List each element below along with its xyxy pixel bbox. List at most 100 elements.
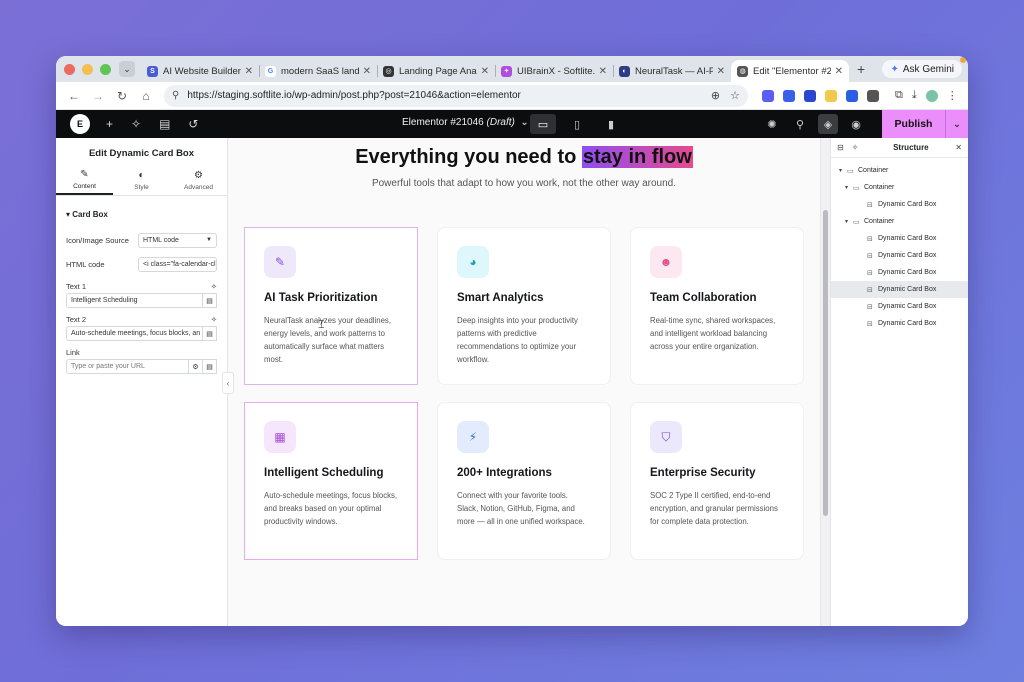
feature-card[interactable]: ✎ AI Task Prioritization NeuralTask analyz…: [244, 227, 418, 385]
avatar[interactable]: [925, 89, 938, 102]
reload-icon[interactable]: ↻: [112, 86, 132, 106]
feature-card[interactable]: ◕ Smart Analytics Deep insights into your …: [437, 227, 611, 385]
text2-input[interactable]: Auto-schedule meetings, focus blocks, an: [66, 326, 203, 341]
text1-input[interactable]: Intelligent Scheduling: [66, 293, 203, 308]
browser-tab[interactable]: ◎ Landing Page Analy ✕: [377, 60, 495, 82]
extension-icon[interactable]: [804, 89, 816, 102]
url-text[interactable]: https://staging.softlite.io/wp-admin/pos…: [187, 90, 703, 101]
caret-down-icon[interactable]: ▾: [839, 167, 847, 174]
site-info-icon[interactable]: ⚲: [172, 90, 179, 101]
ask-gemini-button[interactable]: ✦ Ask Gemini: [882, 60, 962, 78]
section-card-box[interactable]: ▾ Card Box: [56, 196, 227, 229]
extensions-puzzle-icon[interactable]: ⧉: [895, 89, 903, 102]
tab-favicon-icon: ◍: [737, 65, 748, 77]
tab-title: UIBrainX - Softlite.io: [517, 65, 595, 77]
dynamic-tags-icon[interactable]: ▤: [203, 293, 217, 308]
tab-advanced[interactable]: ⚙ Advanced: [170, 166, 227, 195]
dynamic-tags-icon[interactable]: ▤: [203, 359, 217, 374]
extension-icon[interactable]: [846, 89, 858, 102]
close-icon[interactable]: ✕: [363, 66, 371, 77]
text2-label-row: Text 2 ✧: [66, 314, 217, 324]
extension-icon[interactable]: [762, 89, 774, 102]
close-icon[interactable]: ✕: [717, 66, 725, 77]
notifications-icon[interactable]: ✺: [762, 114, 782, 134]
browser-window: ⌄ SAI Website Builder fo✕Gmodern SaaS la…: [56, 56, 968, 626]
address-bar[interactable]: ⚲ https://staging.softlite.io/wp-admin/p…: [164, 84, 748, 107]
close-icon[interactable]: ✕: [481, 66, 489, 77]
mobile-icon[interactable]: ▮: [598, 114, 624, 134]
page-settings-icon[interactable]: ▤: [159, 117, 170, 131]
structure-item[interactable]: ⊟ Dynamic Card Box: [831, 247, 968, 264]
home-icon[interactable]: ⌂: [136, 86, 156, 106]
structure-item[interactable]: ⊟ Dynamic Card Box: [831, 264, 968, 281]
zoom-icon[interactable]: ⊕: [711, 89, 720, 102]
ai-sparkle-icon[interactable]: ✧: [211, 315, 217, 324]
browser-tab[interactable]: S AI Website Builder fo ✕: [141, 60, 259, 82]
structure-item[interactable]: ⊟ Dynamic Card Box: [831, 230, 968, 247]
new-tab-button[interactable]: +: [857, 61, 865, 77]
extension-icon[interactable]: [783, 89, 795, 102]
desktop-icon[interactable]: ▭: [530, 114, 556, 134]
browser-menu-icon[interactable]: ⋮: [947, 89, 958, 102]
dynamic-tags-icon[interactable]: ▤: [203, 326, 217, 341]
feature-card[interactable]: ⚡ 200+ Integrations Connect with your favo…: [437, 402, 611, 560]
canvas-scrollbar[interactable]: [820, 138, 830, 626]
extension-icon[interactable]: [825, 89, 837, 102]
feature-card[interactable]: ▦ Intelligent Scheduling Auto-schedule mee…: [244, 402, 418, 560]
scrollbar-thumb[interactable]: [823, 210, 828, 516]
preview-eye-icon[interactable]: ◉: [846, 114, 866, 134]
structure-item[interactable]: ▾ ▭ Container: [831, 162, 968, 179]
bookmark-star-icon[interactable]: ☆: [730, 89, 740, 102]
page-title[interactable]: Everything you need to stay in flow: [228, 146, 820, 169]
publish-options-chevron-icon[interactable]: ⌄: [946, 110, 968, 138]
minimize-window-button[interactable]: [82, 63, 93, 75]
caret-down-icon[interactable]: ▾: [845, 184, 853, 191]
collapse-all-icon[interactable]: ⊟: [837, 143, 844, 152]
add-element-icon[interactable]: +: [106, 117, 113, 131]
ai-sparkle-icon[interactable]: ✧: [131, 117, 141, 131]
icon-source-select[interactable]: HTML code ▼: [138, 232, 217, 248]
close-icon[interactable]: ✕: [245, 66, 253, 77]
extension-icon[interactable]: [867, 89, 879, 102]
close-icon[interactable]: ✕: [599, 66, 607, 77]
tab-title: AI Website Builder fo: [163, 65, 241, 77]
tab-style[interactable]: ◐ Style: [113, 166, 170, 195]
structure-item[interactable]: ▾ ▭ Container: [831, 213, 968, 230]
publish-button[interactable]: Publish: [882, 110, 946, 138]
collapse-panel-chevron-icon[interactable]: ‹: [222, 372, 234, 394]
feature-card[interactable]: ☻ Team Collaboration Real-time sync, share…: [630, 227, 804, 385]
page-subtitle[interactable]: Powerful tools that adapt to how you wor…: [228, 178, 820, 189]
structure-item[interactable]: ⊟ Dynamic Card Box: [831, 281, 968, 298]
close-icon[interactable]: ✕: [955, 143, 962, 152]
browser-tab[interactable]: ◐ NeuralTask — AI-Po ✕: [613, 60, 731, 82]
browser-tab[interactable]: ✦ UIBrainX - Softlite.io ✕: [495, 60, 613, 82]
html-code-input[interactable]: <i class="fa-calendar-cl: [138, 256, 217, 272]
structure-item[interactable]: ▾ ▭ Container: [831, 179, 968, 196]
link-options-gear-icon[interactable]: ⚙: [189, 359, 203, 374]
structure-layers-icon[interactable]: ◈: [818, 114, 838, 134]
document-switcher[interactable]: Elementor #21046 (Draft) ⌄: [402, 117, 529, 128]
tab-content[interactable]: ✎ Content: [56, 166, 113, 195]
ai-sparkle-icon[interactable]: ✧: [852, 143, 859, 152]
elementor-logo-icon[interactable]: E: [70, 114, 90, 134]
ai-sparkle-icon[interactable]: ✧: [211, 282, 217, 291]
close-window-button[interactable]: [64, 63, 75, 75]
history-icon[interactable]: ↺: [188, 117, 198, 131]
card-description: Deep insights into your productivity pat…: [457, 316, 578, 364]
forward-icon[interactable]: →: [88, 86, 108, 106]
maximize-window-button[interactable]: [100, 63, 111, 75]
structure-item[interactable]: ⊟ Dynamic Card Box: [831, 298, 968, 315]
link-input[interactable]: Type or paste your URL: [66, 359, 189, 374]
tab-search-button[interactable]: ⌄: [119, 61, 135, 77]
close-icon[interactable]: ✕: [835, 66, 843, 77]
feature-card[interactable]: ⛉ Enterprise Security SOC 2 Type II certif…: [630, 402, 804, 560]
back-icon[interactable]: ←: [64, 86, 84, 106]
search-icon[interactable]: ⚲: [790, 114, 810, 134]
structure-item[interactable]: ⊟ Dynamic Card Box: [831, 315, 968, 332]
structure-item[interactable]: ⊟ Dynamic Card Box: [831, 196, 968, 213]
tablet-icon[interactable]: ▯: [564, 114, 590, 134]
browser-tab[interactable]: Gmodern SaaS landin ✕: [259, 60, 377, 82]
download-icon[interactable]: ⤓: [912, 89, 917, 102]
browser-tab[interactable]: ◍ Edit "Elementor #21 ✕: [731, 60, 849, 82]
caret-down-icon[interactable]: ▾: [845, 218, 853, 225]
